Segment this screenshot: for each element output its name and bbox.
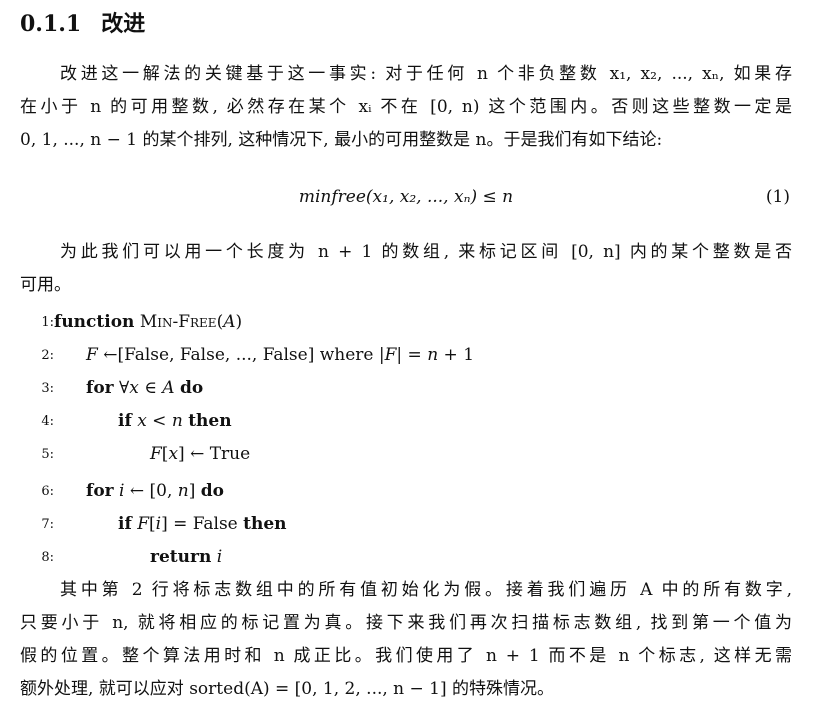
algorithm-line: 4: if x < n then [20, 405, 792, 438]
keyword: return [150, 547, 212, 567]
algorithm-block: 1: function Min-Free(A) 2: F ←[False, False… [20, 306, 792, 574]
line-number: 6: [41, 484, 54, 499]
math-variable: x [137, 411, 147, 431]
paragraph-line: 可用。 [20, 275, 71, 295]
algorithm-line: 2: F ←[False, False, ..., False] where |F… [20, 339, 792, 372]
line-number: 4: [41, 414, 54, 429]
math-variable: F [150, 444, 162, 464]
algorithm-code: F[x] ← True [150, 438, 250, 471]
algorithm-line: 3: for ∀x ∈ A do [20, 372, 792, 405]
math-variable: F [86, 345, 98, 365]
paragraph-line: 为此我们可以用一个长度为 n + 1 的数组, 来标记区间 [0, n] 内的某… [60, 242, 792, 262]
line-number: 8: [41, 550, 54, 565]
code-text: ←[False, False, ..., False] where | [97, 345, 385, 365]
equation-block: minfree(x₁, x₂, ..., xₙ) ≤ n (1) [20, 180, 792, 214]
paragraph-line: 在小于 n 的可用整数, 必然存在某个 xᵢ 不在 [0, n) 这个范围内。否… [20, 97, 792, 117]
keyword: if [118, 514, 132, 534]
keyword: for [86, 378, 114, 398]
algorithm-line: 5: F[x] ← True [20, 438, 792, 471]
code-text: ) [235, 312, 243, 332]
document-page: 0.1.1 改进 改进这一解法的关键基于这一事实: 对于任何 n 个非负整数 x₁… [0, 0, 813, 707]
paragraph-array: 为此我们可以用一个长度为 n + 1 的数组, 来标记区间 [0, n] 内的某… [20, 236, 792, 302]
code-text: ] [188, 481, 201, 501]
paragraph-explanation: 其中第 2 行将标志数组中的所有值初始化为假。接着我们遍历 A 中的所有数字, … [20, 574, 792, 706]
keyword: do [179, 378, 204, 398]
code-text: + 1 [438, 345, 475, 365]
section-title: 改进 [101, 11, 146, 37]
paragraph-line: 其中第 2 行将标志数组中的所有值初始化为假。接着我们遍历 A 中的所有数字, [60, 580, 792, 600]
paragraph-line: 改进这一解法的关键基于这一事实: 对于任何 n 个非负整数 x₁, x₂, ..… [60, 64, 792, 84]
algorithm-line: 1: function Min-Free(A) [20, 306, 792, 339]
algorithm-line: 7: if F[i] = False then [20, 508, 792, 541]
keyword: function [54, 312, 135, 332]
line-number: 1: [41, 315, 54, 330]
paragraph-line: 额外处理, 就可以应对 sorted(A) = [0, 1, 2, ..., n… [20, 679, 555, 699]
algorithm-code: if x < n then [118, 405, 232, 438]
code-text: ] = False [161, 514, 244, 534]
code-text: ∈ [138, 378, 163, 398]
math-variable: i [216, 547, 223, 567]
section-heading: 0.1.1 改进 [20, 8, 145, 40]
math-variable: n [427, 345, 439, 365]
math-variable: F [137, 514, 149, 534]
algorithm-code: for i ← [0, n] do [86, 475, 224, 508]
equation-number: (1) [765, 187, 790, 207]
math-variable: A [223, 312, 236, 332]
line-number: 5: [41, 447, 54, 462]
keyword: do [200, 481, 224, 501]
algorithm-code: F ←[False, False, ..., False] where |F| … [86, 339, 474, 372]
math-variable: A [162, 378, 175, 398]
section-number: 0.1.1 [20, 11, 82, 37]
paragraph-line: 假的位置。整个算法用时和 n 成正比。我们使用了 n + 1 而不是 n 个标志… [20, 646, 792, 666]
line-number: 7: [41, 517, 54, 532]
math-variable: n [177, 481, 189, 501]
algorithm-code: return i [150, 541, 222, 574]
code-text: [ [148, 514, 156, 534]
procedure-name: Min-Free [139, 312, 217, 332]
code-text: ] ← True [178, 444, 251, 464]
paragraph-line: 只要小于 n, 就将相应的标记置为真。接下来我们再次扫描标志数组, 找到第一个值… [20, 613, 792, 633]
keyword: for [86, 481, 114, 501]
algorithm-code: function Min-Free(A) [54, 306, 242, 339]
paragraph-intro: 改进这一解法的关键基于这一事实: 对于任何 n 个非负整数 x₁, x₂, ..… [20, 58, 792, 157]
equation-body: minfree(x₁, x₂, ..., xₙ) ≤ n [298, 187, 514, 207]
paragraph-line: 0, 1, ..., n − 1 的某个排列, 这种情况下, 最小的可用整数是 … [20, 130, 663, 150]
keyword: then [243, 514, 287, 534]
keyword: then [188, 411, 232, 431]
math-variable: x [168, 444, 179, 464]
algorithm-code: if F[i] = False then [118, 508, 287, 541]
code-text: | = [396, 345, 428, 365]
algorithm-line: 8: return i [20, 541, 792, 574]
math-variable: n [171, 411, 183, 431]
math-variable: F [384, 345, 397, 365]
code-text: ← [0, [124, 481, 178, 501]
math-variable: x [129, 378, 139, 398]
code-text: ∀ [113, 378, 130, 398]
line-number: 3: [41, 381, 54, 396]
algorithm-code: for ∀x ∈ A do [86, 372, 203, 405]
keyword: if [118, 411, 132, 431]
algorithm-line: 6: for i ← [0, n] do [20, 475, 792, 508]
code-text: < [146, 411, 172, 431]
line-number: 2: [41, 348, 54, 363]
